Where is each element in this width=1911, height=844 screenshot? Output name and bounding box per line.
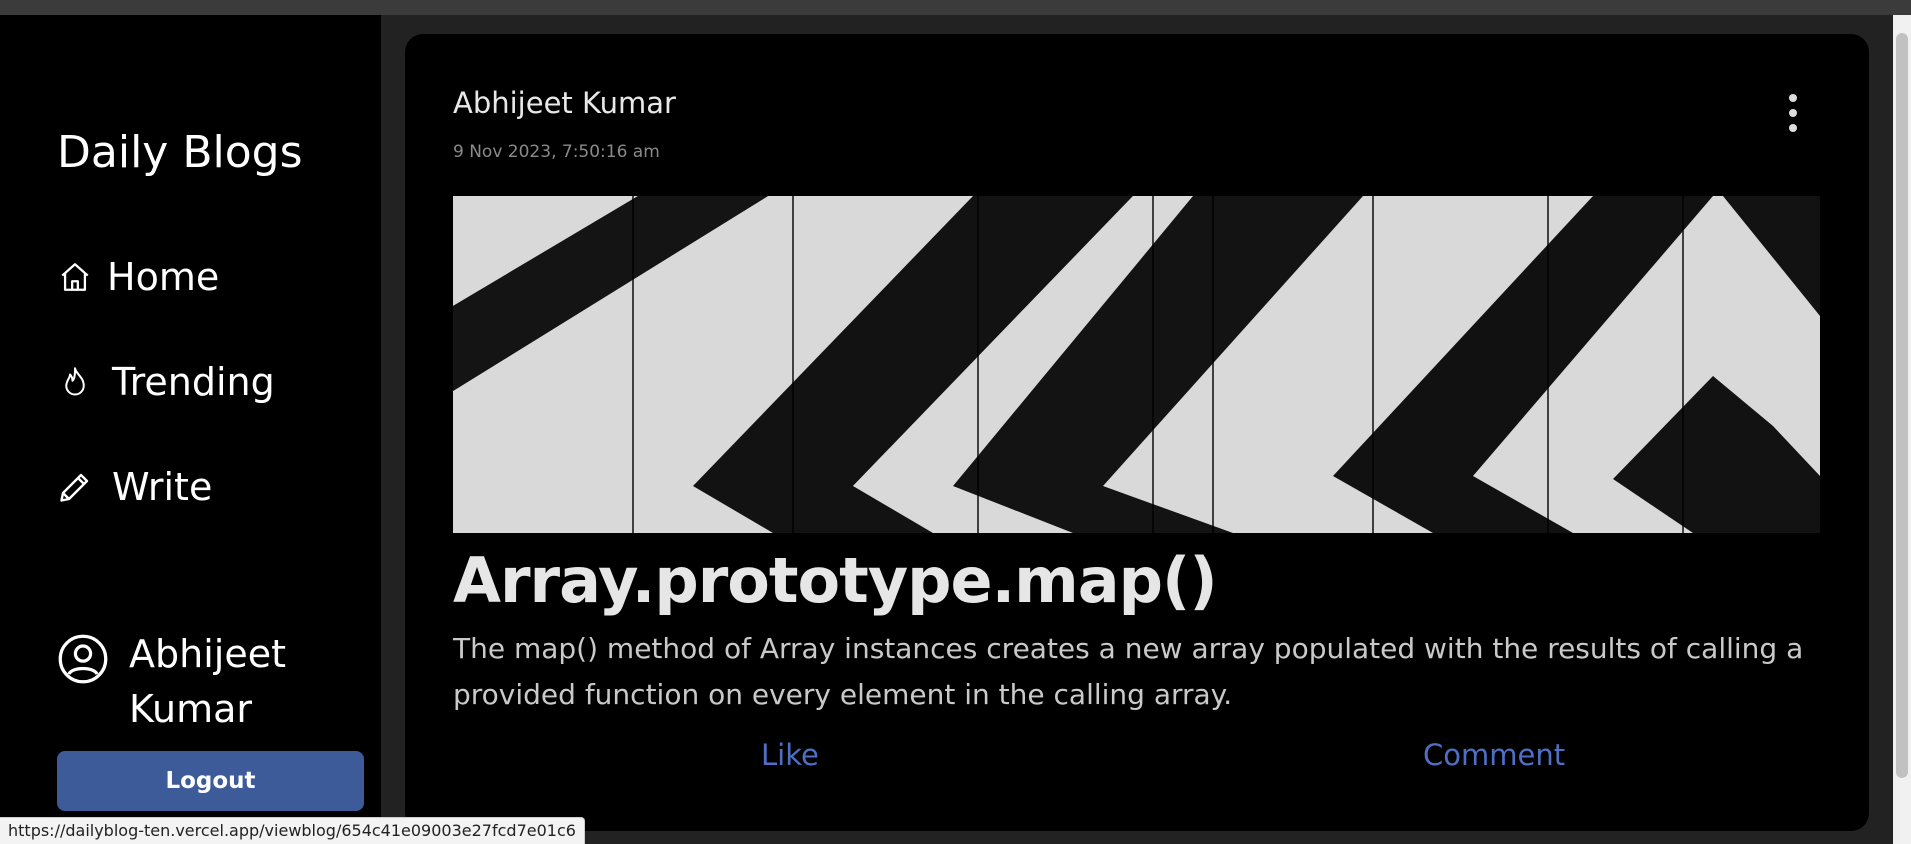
nav-item-label: Home (107, 255, 220, 299)
kebab-menu-icon[interactable] (1787, 94, 1799, 132)
scrollbar-track[interactable] (1893, 15, 1911, 844)
brand-title[interactable]: Daily Blogs (57, 127, 303, 178)
sidebar: Daily Blogs Home Trending Write Abhijeet… (0, 15, 381, 844)
scrollbar-thumb[interactable] (1896, 33, 1908, 778)
home-icon (57, 259, 93, 295)
nav-item-write[interactable]: Write (57, 465, 212, 509)
nav-item-home[interactable]: Home (57, 255, 219, 299)
post-author[interactable]: Abhijeet Kumar (453, 86, 676, 120)
post-description: The map() method of Array instances crea… (453, 632, 1804, 711)
flame-icon (57, 364, 93, 400)
logout-button[interactable]: Logout (57, 751, 364, 811)
like-button[interactable]: Like (761, 738, 819, 772)
post-title: Array.prototype.map() (453, 544, 1218, 617)
link-status-bar: https://dailyblog-ten.vercel.app/viewblo… (0, 817, 585, 844)
blog-post-card: Abhijeet Kumar 9 Nov 2023, 7:50:16 am Ar… (405, 34, 1869, 831)
user-circle-icon (57, 633, 109, 685)
comment-button[interactable]: Comment (1423, 738, 1565, 772)
nav-item-label: Write (112, 465, 213, 509)
nav-item-trending[interactable]: Trending (57, 360, 275, 404)
user-name: Abhijeet Kumar (129, 632, 286, 731)
user-profile[interactable]: Abhijeet Kumar (57, 627, 309, 737)
pencil-icon (57, 469, 93, 505)
post-date: 9 Nov 2023, 7:50:16 am (453, 142, 660, 162)
nav-item-label: Trending (112, 360, 275, 404)
browser-top-strip (0, 0, 1911, 15)
post-cover-image (453, 196, 1820, 533)
